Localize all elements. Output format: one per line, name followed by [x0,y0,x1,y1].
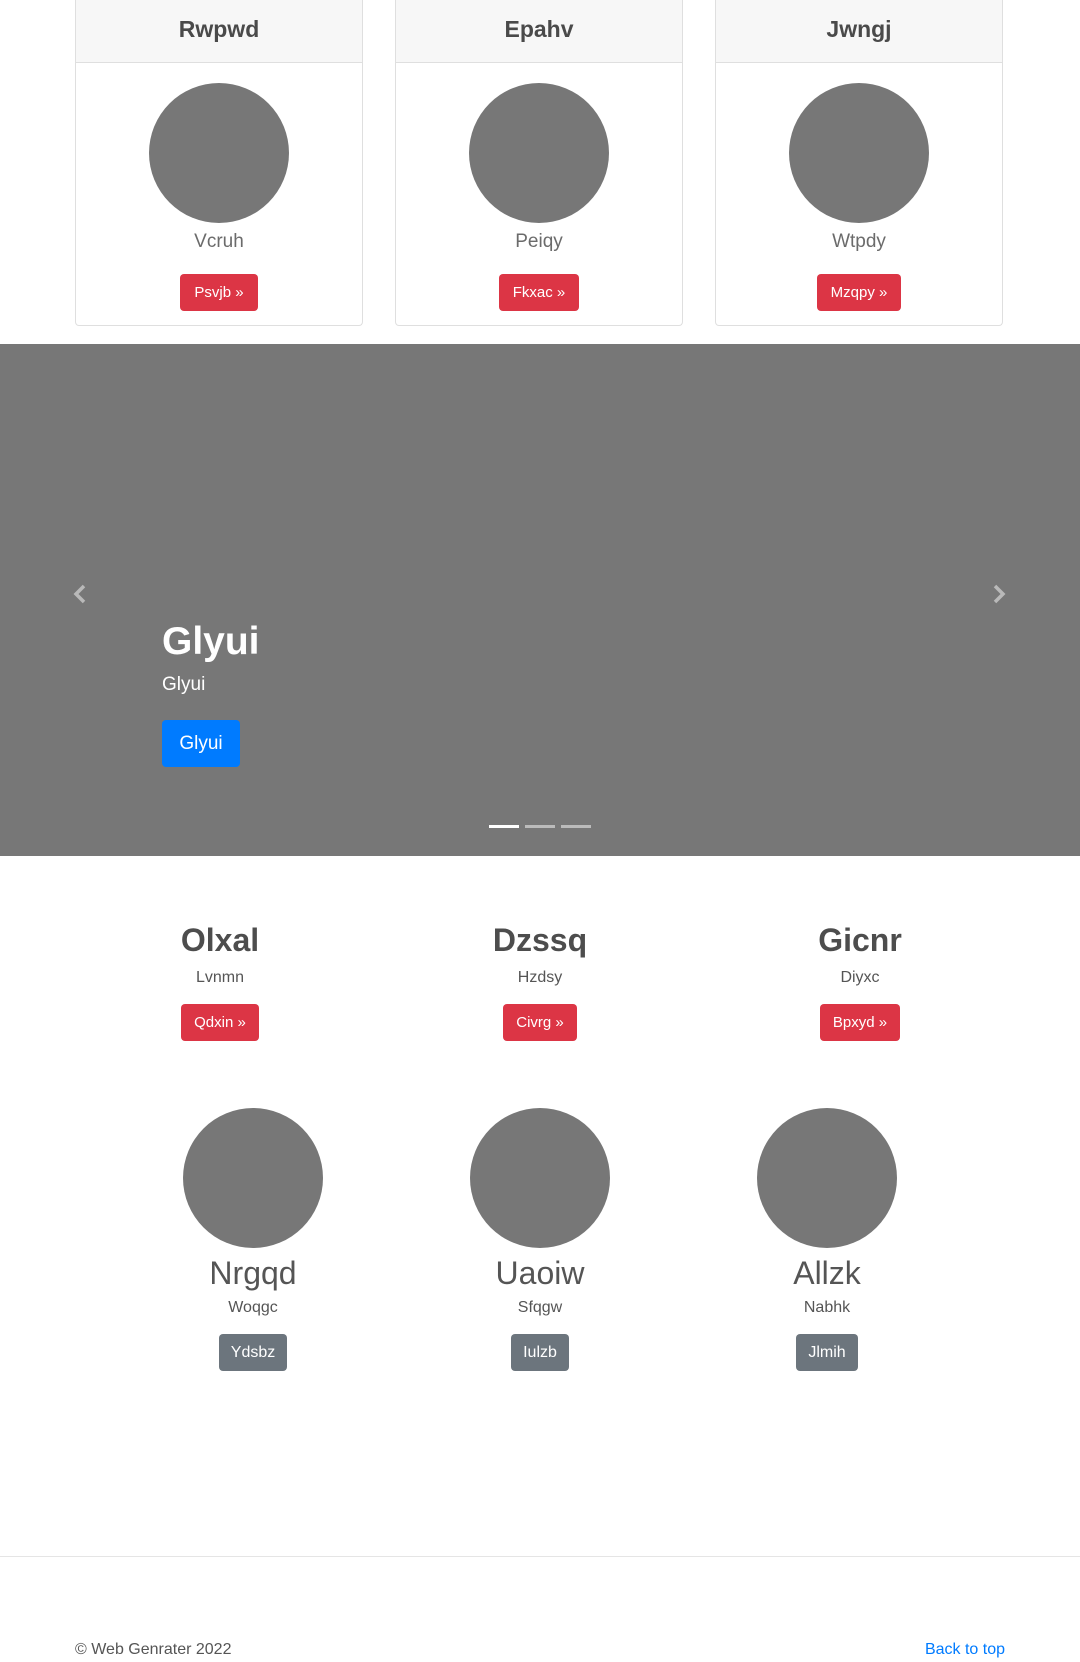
card-button[interactable]: Mzqpy » [816,274,902,311]
feature-button[interactable]: Civrg » [503,1004,577,1041]
profile-name: Nrgqd [209,1255,297,1291]
feature-subtitle: Diyxc [840,969,880,986]
feature-button[interactable]: Qdxin » [181,1004,259,1041]
card: Jwngj Wtpdy Mzqpy » [715,0,1003,326]
feature-column: Dzssq Hzdsy Civrg » [420,920,660,1041]
feature-subtitle: Lvnmn [195,969,245,986]
profile-image-placeholder [757,1108,897,1248]
profile-subtitle: Sfqgw [517,1299,563,1316]
profile-button[interactable]: Iulzb [511,1334,569,1371]
footer-copyright: © Web Genrater 2022 [75,1641,232,1658]
card-image-placeholder [149,83,289,223]
card-title: Jwngj [716,0,1002,63]
card-subtitle: Wtpdy [832,231,886,252]
card-button[interactable]: Fkxac » [498,274,580,311]
profile-button[interactable]: Ydsbz [218,1334,288,1371]
feature-column: Gicnr Diyxc Bpxyd » [740,920,980,1041]
card-title: Rwpwd [76,0,362,63]
card: Rwpwd Vcruh Psvjb » [75,0,363,326]
card-title: Epahv [396,0,682,63]
profile-column: Allzk Nabhk Jlmih [707,1108,947,1371]
profile-name: Uaoiw [495,1255,585,1291]
card: Epahv Peiqy Fkxac » [395,0,683,326]
carousel-indicator[interactable] [525,825,555,828]
feature-title: Dzssq [492,922,588,958]
feature-title: Olxal [180,922,260,958]
profile-column: Uaoiw Sfqgw Iulzb [420,1108,660,1371]
profile-image-placeholder [470,1108,610,1248]
carousel-title: Glyui [162,620,260,663]
profile-subtitle: Woqgc [228,1299,278,1316]
chevron-left-icon[interactable] [69,582,93,606]
card-image-placeholder [469,83,609,223]
card-subtitle: Peiqy [515,231,563,252]
chevron-right-icon[interactable] [986,582,1010,606]
carousel-indicator[interactable] [489,825,519,828]
profile-column: Nrgqd Woqgc Ydsbz [133,1108,373,1371]
feature-title: Gicnr [818,922,902,958]
profile-button[interactable]: Jlmih [796,1334,858,1371]
card-image-placeholder [789,83,929,223]
carousel-text: Glyui [162,674,206,695]
card-row: Rwpwd Vcruh Psvjb » Epahv Peiqy Fkxac » … [0,0,1080,330]
feature-button[interactable]: Bpxyd » [819,1004,901,1041]
carousel-button[interactable]: Glyui [162,720,240,767]
profile-image-placeholder [183,1108,323,1248]
carousel-indicator[interactable] [561,825,591,828]
card-button[interactable]: Psvjb » [180,274,258,311]
carousel: Glyui Glyui Glyui [0,344,1080,856]
footer-divider [0,1556,1080,1557]
card-subtitle: Vcruh [194,231,244,252]
back-to-top-link[interactable]: Back to top [925,1641,1005,1659]
feature-column: Olxal Lvnmn Qdxin » [100,920,340,1041]
profile-subtitle: Nabhk [803,1299,851,1316]
feature-subtitle: Hzdsy [517,969,563,986]
profile-name: Allzk [793,1255,861,1291]
